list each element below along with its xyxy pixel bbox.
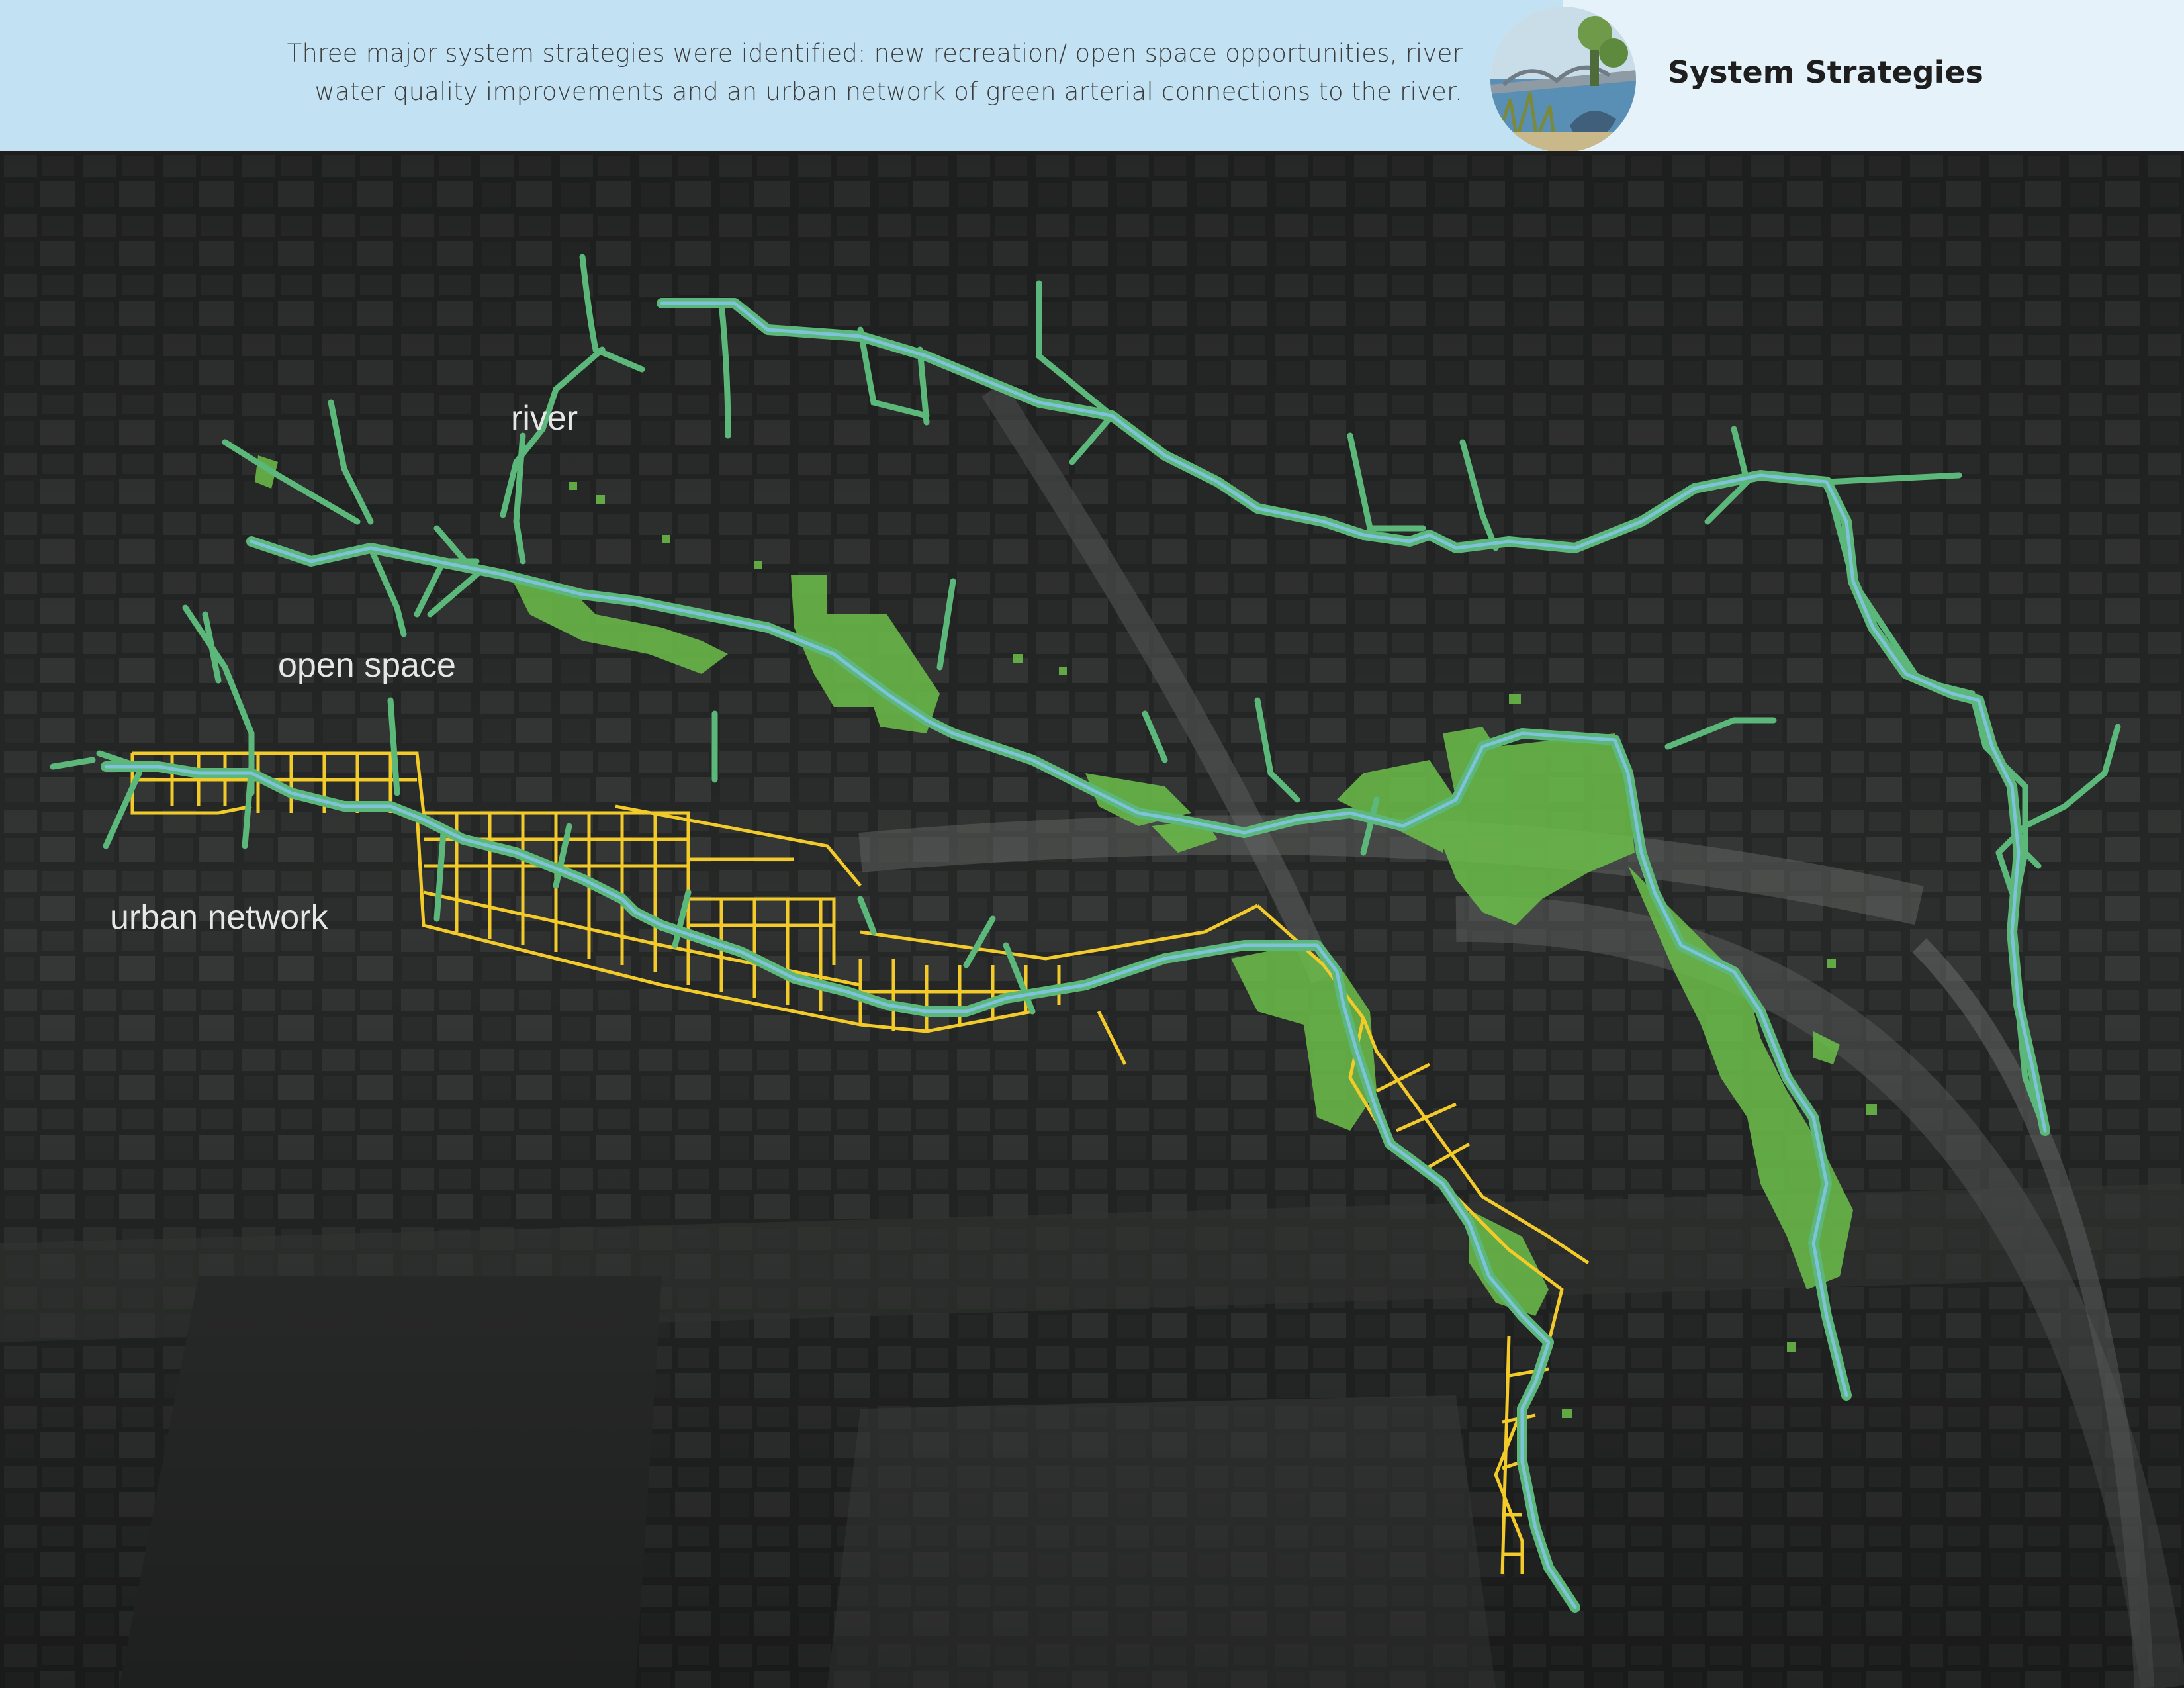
page-title: System Strategies: [1668, 54, 1983, 90]
system-strategies-map: river open space urban network: [0, 151, 2184, 1688]
description-line-1: Three major system strategies were ident…: [287, 39, 1463, 68]
open-space-label: open space: [278, 646, 456, 684]
urban-network-label: urban network: [110, 898, 328, 937]
river-bridge-illustration-icon: [1490, 7, 1636, 152]
description-line-2: water quality improvements and an urban …: [314, 77, 1463, 106]
header-description: Three major system strategies were ident…: [205, 34, 1463, 111]
header-bar: Three major system strategies were ident…: [0, 0, 2184, 152]
river-label: river: [511, 399, 578, 438]
